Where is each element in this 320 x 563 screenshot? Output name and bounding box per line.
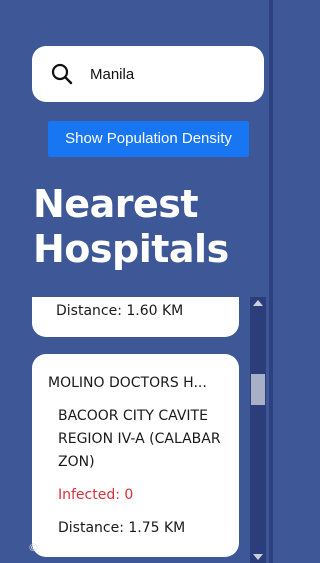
- hospital-distance: Distance: 1.75 KM: [58, 520, 186, 536]
- search-input[interactable]: [90, 60, 250, 88]
- hospital-distance: Distance: 1.60 KM: [56, 303, 184, 319]
- search-icon[interactable]: [50, 62, 74, 86]
- hospital-card[interactable]: Distance: 1.60 KM: [32, 297, 239, 337]
- hospital-infected-count: Infected: 0: [58, 487, 134, 503]
- hospital-name: MOLINO DOCTORS H...: [48, 375, 207, 391]
- scroll-up-arrow-icon[interactable]: [253, 300, 263, 306]
- show-population-density-button[interactable]: Show Population Density: [48, 121, 249, 157]
- search-bar: [32, 46, 264, 102]
- window-edge: [269, 0, 273, 563]
- scrollbar-thumb[interactable]: [251, 374, 265, 405]
- hospital-card[interactable]: MOLINO DOCTORS H... BACOOR CITY CAVITE R…: [32, 354, 239, 557]
- page-title: Nearest Hospitals: [33, 182, 229, 271]
- hospital-list[interactable]: Distance: 1.60 KM MOLINO DOCTORS H... BA…: [0, 297, 250, 563]
- scroll-down-arrow-icon[interactable]: [253, 554, 263, 560]
- hospital-address: BACOOR CITY CAVITE REGION IV-A (CALABAR …: [58, 408, 221, 470]
- copyright-mark: ©: [28, 541, 39, 554]
- list-scrollbar[interactable]: [250, 297, 266, 563]
